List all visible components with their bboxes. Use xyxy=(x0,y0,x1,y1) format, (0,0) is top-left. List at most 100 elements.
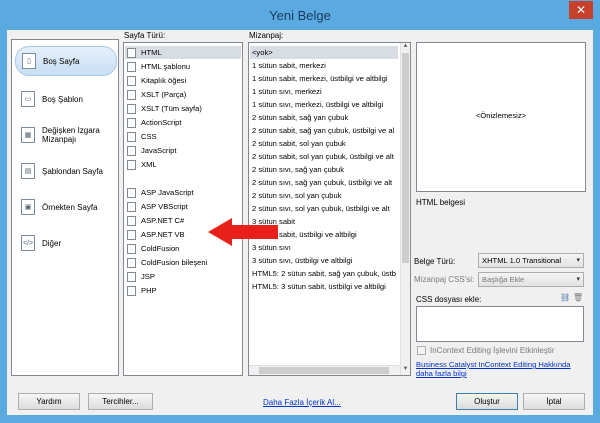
page-type-item[interactable]: ColdFusion xyxy=(127,242,179,255)
title-bar[interactable]: Yeni Belge ✕ xyxy=(0,0,600,30)
layout-item[interactable]: 2 sütun sıvı, sağ yan çubuk, üstbilgi ve… xyxy=(252,176,392,189)
dialog-title: Yeni Belge xyxy=(269,8,331,23)
layout-item[interactable]: HTML5: 3 sütun sabit, üstbilgi ve altbil… xyxy=(252,280,386,293)
page-type-list[interactable]: HTML HTML şablonu Kitaplık öğesi XSLT (P… xyxy=(123,42,243,376)
page-type-item[interactable]: XSLT (Tüm sayfa) xyxy=(127,102,202,115)
layout-css-select[interactable]: Başlığa Ekle ▾ xyxy=(478,272,584,287)
page-type-item[interactable]: ActionScript xyxy=(127,116,182,129)
preview-placeholder: <Önizlemesiz> xyxy=(475,111,527,120)
get-more-content-link[interactable]: Daha Fazla İçerik Al... xyxy=(263,398,341,407)
attach-css-label: CSS dosyası ekle: xyxy=(416,295,482,304)
business-catalyst-link-line2[interactable]: daha fazla bilgi xyxy=(416,369,467,378)
page-type-item[interactable]: PHP xyxy=(127,284,157,297)
page-type-item[interactable]: ASP.NET VB xyxy=(127,228,185,241)
link-chain-icon[interactable]: ⛓ xyxy=(560,293,570,302)
file-icon xyxy=(127,187,136,198)
doc-type-label: Belge Türü: xyxy=(414,257,456,266)
layout-list[interactable]: <yok> 1 sütun sabit, merkezi 1 sütun sab… xyxy=(248,42,411,376)
file-icon xyxy=(127,117,136,128)
page-type-item[interactable]: JSP xyxy=(127,270,155,283)
category-page-from-template[interactable]: ▤ Şablondan Sayfa xyxy=(15,156,117,186)
layout-item[interactable]: 1 sütun sabit, merkezi xyxy=(252,59,326,72)
trash-icon[interactable]: 🗑 xyxy=(573,293,583,302)
page-type-item[interactable]: XML xyxy=(127,158,157,171)
file-icon xyxy=(127,61,136,72)
layout-item[interactable]: 2 sütun sabit, sol yan çubuk, üstbilgi v… xyxy=(252,150,394,163)
page-type-item-label: ASP.NET C# xyxy=(141,216,185,225)
doc-type-select[interactable]: XHTML 1.0 Transitional ▾ xyxy=(478,253,584,268)
dialog-window: Yeni Belge ✕ ▯ Boş Sayfa ▭ Boş Şablon ▦ … xyxy=(0,0,600,423)
chevron-down-icon: ▾ xyxy=(576,257,580,264)
layout-item[interactable]: 2 sütun sıvı, sol yan çubuk, üstbilgi ve… xyxy=(252,202,390,215)
category-other[interactable]: </> Diğer xyxy=(15,228,117,258)
scroll-thumb[interactable] xyxy=(402,53,409,263)
file-icon xyxy=(127,271,136,282)
page-type-item-label: JSP xyxy=(141,272,155,281)
category-label: Boş Şablon xyxy=(42,94,83,104)
layout-item[interactable]: HTML5: 2 sütun sabit, sağ yan çubuk, üst… xyxy=(252,267,396,280)
close-button[interactable]: ✕ xyxy=(569,1,593,19)
incontext-editing-label: InContext Editing İşlevini Etkinleştir xyxy=(430,346,555,355)
dialog-body: ▯ Boş Sayfa ▭ Boş Şablon ▦ Değişken Izga… xyxy=(7,30,593,415)
file-icon xyxy=(127,243,136,254)
scroll-down-icon[interactable]: ▼ xyxy=(401,366,410,375)
file-icon xyxy=(127,75,136,86)
layout-css-value: Başlığa Ekle xyxy=(482,275,525,284)
layout-vertical-scrollbar[interactable]: ▲ ▼ xyxy=(400,43,410,375)
category-blank-template[interactable]: ▭ Boş Şablon xyxy=(15,84,117,114)
page-type-item-label: ASP VBScript xyxy=(141,202,188,211)
page-type-item[interactable]: ColdFusion bileşeni xyxy=(127,256,207,269)
doc-type-value: XHTML 1.0 Transitional xyxy=(482,256,562,265)
page-type-item-label: XML xyxy=(141,160,157,169)
layout-item[interactable]: 2 sütun sabit, sol yan çubuk xyxy=(252,137,346,150)
attach-css-list[interactable] xyxy=(416,306,584,342)
layout-item[interactable]: <yok> xyxy=(250,46,398,59)
scroll-up-icon[interactable]: ▲ xyxy=(401,43,410,52)
page-type-item[interactable]: Kitaplık öğesi xyxy=(127,74,186,87)
layout-item[interactable]: 1 sütun sıvı, merkezi, üstbilgi ve altbi… xyxy=(252,98,383,111)
page-type-item-label: ColdFusion xyxy=(141,244,180,253)
page-type-item[interactable]: CSS xyxy=(127,130,157,143)
page-type-item-label: PHP xyxy=(141,286,157,295)
page-type-item-label: HTML xyxy=(141,48,162,57)
page-type-item[interactable]: ASP JavaScript xyxy=(127,186,194,199)
page-type-item-label: ASP JavaScript xyxy=(141,188,194,197)
file-icon xyxy=(127,47,136,58)
incontext-editing-checkbox[interactable] xyxy=(417,346,426,355)
page-from-sample-icon: ▣ xyxy=(21,199,35,215)
page-type-item-label: ASP.NET VB xyxy=(141,230,185,239)
preferences-button[interactable]: Tercihler... xyxy=(88,393,153,410)
layout-item[interactable]: 2 sütun sabit, sağ yan çubuk, üstbilgi v… xyxy=(252,124,394,137)
page-type-item[interactable]: ASP.NET C# xyxy=(127,214,184,227)
file-icon xyxy=(127,201,136,212)
page-type-item[interactable]: HTML xyxy=(125,46,241,59)
page-type-item[interactable]: ASP VBScript xyxy=(127,200,188,213)
layout-item[interactable]: 1 sütun sabit, merkezi, üstbilgi ve altb… xyxy=(252,72,388,85)
file-icon xyxy=(127,215,136,226)
layout-item[interactable]: 2 sütun sabit, sağ yan çubuk xyxy=(252,111,348,124)
red-arrow-annotation xyxy=(208,218,278,246)
category-fluid-grid[interactable]: ▦ Değişken Izgara Mizanpajı xyxy=(15,120,117,150)
page-type-item-label: Kitaplık öğesi xyxy=(141,76,187,85)
create-button[interactable]: Oluştur xyxy=(456,393,518,410)
page-type-item[interactable]: JavaScript xyxy=(127,144,176,157)
layout-horizontal-scrollbar[interactable] xyxy=(249,365,400,375)
page-from-template-icon: ▤ xyxy=(21,163,35,179)
preview-description: HTML belgesi xyxy=(416,198,466,207)
category-page-from-sample[interactable]: ▣ Örnekten Sayfa xyxy=(15,192,117,222)
cancel-button[interactable]: İptal xyxy=(523,393,585,410)
layout-item[interactable]: 1 sütun sıvı, merkezi xyxy=(252,85,322,98)
category-label-line2: Mizanpajı xyxy=(42,135,77,144)
category-blank-page[interactable]: ▯ Boş Sayfa xyxy=(15,46,117,76)
page-type-item[interactable]: XSLT (Parça) xyxy=(127,88,186,101)
layout-item[interactable]: 3 sütun sıvı, üstbilgi ve altbilgi xyxy=(252,254,352,267)
layout-item[interactable]: 2 sütun sıvı, sol yan çubuk xyxy=(252,189,342,202)
business-catalyst-link-line1[interactable]: Business Catalyst InContext Editing Hakk… xyxy=(416,360,571,369)
page-type-item-label: JavaScript xyxy=(141,146,177,155)
page-type-item-label: XSLT (Tüm sayfa) xyxy=(141,104,202,113)
scroll-thumb[interactable] xyxy=(259,367,389,374)
page-type-item[interactable]: HTML şablonu xyxy=(127,60,190,73)
other-icon: </> xyxy=(21,235,35,251)
help-button[interactable]: Yardım xyxy=(18,393,80,410)
layout-item[interactable]: 2 sütun sıvı, sağ yan çubuk xyxy=(252,163,344,176)
